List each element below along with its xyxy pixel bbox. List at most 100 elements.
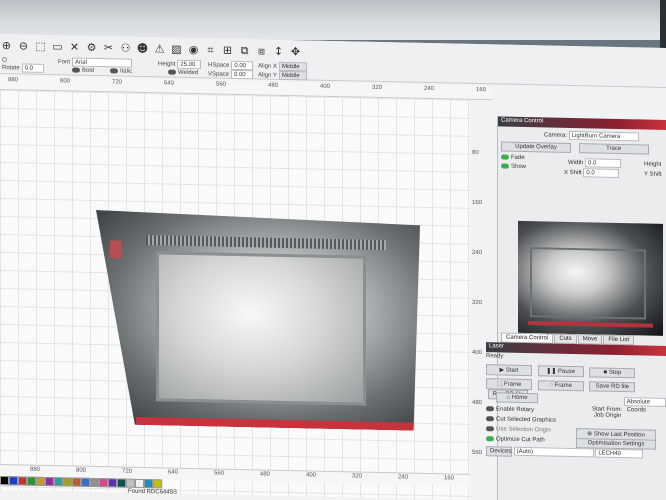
use-selection-origin-toggle[interactable] [486,426,494,432]
optimize-cut-label: Optimize Cut Path [496,436,545,444]
ruler-tick-label: 720 [122,468,133,475]
update-overlay-button[interactable]: Update Overlay [501,141,571,153]
zoom-out-icon[interactable]: ⊖ [17,39,30,52]
rotate-input[interactable]: 0.0 [21,63,44,73]
tab-move[interactable]: Move [577,334,603,345]
palette-swatch[interactable] [117,478,126,488]
array-icon[interactable]: ⧉ [238,44,251,57]
frame-label: Frame [504,381,522,388]
image-icon[interactable]: ▨ [170,43,183,56]
show-toggle[interactable] [501,163,509,169]
italic-toggle[interactable] [109,67,118,74]
palette-swatch[interactable] [144,479,153,489]
palette-swatch[interactable] [135,478,144,489]
select-window-icon[interactable]: ⬚ [34,40,47,53]
width-label: Width [568,159,584,167]
controller-select[interactable]: LECH40 [595,448,644,459]
bold-toggle[interactable] [72,67,80,73]
right-panel: Camera Control Camera: LightBurn Camera … [486,116,666,500]
camera-control-title: Camera Control [498,116,666,130]
palette-swatch[interactable] [153,479,162,489]
x-shift-label: X Shift [564,169,582,177]
position-icon[interactable]: ⊞ [221,44,234,57]
tab-file-list[interactable]: File List [603,334,635,346]
tools-icon[interactable]: ✕ [68,40,81,53]
palette-swatch[interactable] [108,478,117,488]
zoom-in-icon[interactable]: ⊕ [0,39,13,52]
vspace-input[interactable]: 0.00 [230,69,253,80]
optimize-cut-toggle[interactable] [486,436,494,442]
x-shift-input[interactable]: 0.0 [583,168,620,178]
home-button[interactable]: ⌂ Home [496,392,538,404]
palette-swatch[interactable] [126,478,135,488]
ruler-tick-label: 240 [472,249,483,257]
ruler-tick-label: 480 [472,399,483,407]
height-input[interactable]: 25.00 [177,59,202,70]
laser-status: Ready [486,353,504,360]
pause-button[interactable]: ❚❚ Pause [537,365,584,378]
rotate-toggle[interactable] [2,56,7,62]
camera-label: Camera: [544,132,568,139]
palette-swatch[interactable] [36,476,45,486]
ruler-tick-label: 80 [472,149,479,157]
laser-gantry [146,235,386,250]
palette-swatch[interactable] [9,476,18,486]
tab-cuts[interactable]: Cuts [554,333,577,345]
ruler-tick-label: 320 [472,299,483,307]
use-selection-origin-label: Use Selection Origin [496,426,551,434]
preview-bed-edge [528,321,653,328]
users-icon[interactable]: ⚇ [119,41,132,55]
ruler-tick-label: 400 [472,349,483,357]
palette-swatch[interactable] [18,476,27,486]
flip-icon[interactable]: ↕ [272,45,285,58]
fade-label: Fade [511,154,525,162]
palette-swatch[interactable] [72,477,81,487]
ruler-tick-label: 480 [268,82,279,89]
enable-rotary-toggle[interactable] [486,406,494,412]
width-input[interactable]: 0.0 [585,158,622,169]
ruler-tick-label: 800 [76,467,87,474]
fade-toggle[interactable] [501,154,509,160]
stop-button[interactable]: ■ Stop [589,367,636,379]
scissors-icon[interactable]: ✂ [102,41,115,54]
camera-preview [518,220,663,336]
palette-swatch[interactable] [54,477,63,487]
stop-label: Stop [608,369,622,377]
trace-button[interactable]: Trace [578,143,649,155]
ruler-tick-label: 720 [112,79,123,86]
palette-swatch[interactable] [0,476,9,486]
welded-toggle[interactable] [168,69,176,75]
ruler-tick-label: 880 [30,466,41,473]
start-button[interactable]: ▶ Start [486,364,532,377]
palette-swatch[interactable] [63,477,72,487]
palette-swatch[interactable] [45,476,54,487]
cut-selected-toggle[interactable] [486,416,494,422]
devices-button[interactable]: Devices [486,446,512,457]
palette-swatch[interactable] [27,476,36,486]
palette-swatch[interactable] [90,477,99,488]
palette-swatch[interactable] [99,478,108,488]
palette-swatch[interactable] [81,477,90,487]
monitor-icon[interactable]: ▭ [51,40,64,53]
align-y-select[interactable]: Middle [278,70,307,81]
ruler-tick-label: 160 [476,86,487,94]
move-icon[interactable]: ✥ [289,45,302,58]
node-icon[interactable]: ◉ [187,43,200,56]
camera-select[interactable]: LightBurn Camera [568,130,639,142]
save-rd-button[interactable]: Save RD file [589,381,636,393]
workspace-canvas[interactable] [0,90,470,500]
weld-icon[interactable]: ⌗ [204,43,217,56]
align-icon[interactable]: ⧈ [255,44,268,57]
user-icon[interactable]: ☻ [136,42,149,55]
lightburn-window: ⊕ ⊖ ⬚ ▭ ✕ ⚙ ✂ ⚇ ☻ ⚠ ▨ ◉ ⌗ ⊞ ⧉ ⧈ ↕ ✥ Rotate 0.0 Font Arial… [0,34,666,500]
ruler-tick-label: 160 [444,475,455,482]
settings-gear-icon[interactable]: ⚙ [85,41,98,54]
warning-icon[interactable]: ⚠ [153,42,166,55]
ruler-tick-label: 400 [320,83,331,90]
frame-circle-button[interactable]: ◌ Frame [537,380,584,392]
ruler-tick-label: 480 [260,471,271,478]
hspace-input[interactable]: 0.00 [231,60,254,71]
welded-label: Welded [178,69,199,77]
device-select[interactable]: (Auto) [513,446,594,458]
start-from-select[interactable]: Absolute Coords [623,397,666,414]
